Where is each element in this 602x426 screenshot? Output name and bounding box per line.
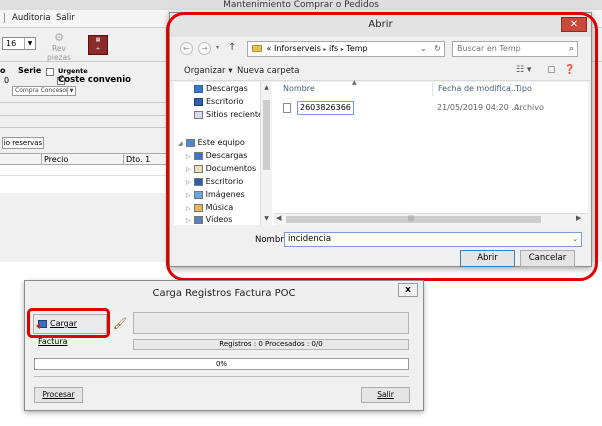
compra-concesor-combo[interactable]: Compra Concesor ▼ [12, 86, 76, 96]
grid-column-precio[interactable]: Precio [42, 154, 124, 165]
grid-column-blank [0, 154, 42, 165]
carga-registros-dialog: Carga Registros Factura POC x Cargar Fac… [24, 280, 424, 411]
rev-piezas-button[interactable]: ⚙ Rev piezas [41, 31, 77, 62]
chevron-down-icon: ▼ [24, 38, 35, 49]
highlight-outline-cargar [27, 308, 110, 338]
menu-salir[interactable]: Salir [56, 13, 75, 23]
file-path-display [133, 312, 409, 334]
divider [34, 376, 409, 377]
salir-button[interactable]: Salir [361, 387, 410, 403]
reservas-button[interactable]: io reservas [2, 137, 44, 149]
close-button[interactable]: x [398, 283, 418, 297]
rev-piezas-label: Rev piezas [47, 44, 71, 62]
progress-bar: 0% [34, 358, 409, 370]
procesar-label: Procesar [42, 390, 75, 399]
lines-grid: Precio Dto. 1 [0, 153, 170, 193]
chevron-down-icon: ▼ [67, 87, 75, 95]
serie-label: Serie [18, 66, 42, 75]
menu-auditoria[interactable]: Auditoria [12, 13, 51, 23]
divider [0, 115, 170, 116]
salir-label: Salir [377, 390, 394, 399]
registros-status: Registros : 0 Procesados : 0/0 [133, 339, 409, 350]
combo-option: Compra Concesor [15, 87, 69, 94]
window-title: Mantenimiento Comprar o Pedidos [0, 0, 602, 10]
menu-separator [4, 13, 10, 23]
digit-0: 0 [4, 76, 10, 85]
add-record-icon[interactable]: ▦ + [88, 35, 108, 55]
progress-text: 0% [215, 360, 228, 368]
highlight-outline-dialog [166, 12, 598, 281]
number-combo[interactable]: 16 ▼ [2, 37, 36, 50]
coste-convenio-label: Coste convenio [58, 75, 131, 85]
dialog-title: Carga Registros Factura POC [25, 281, 423, 307]
letter-o: o [0, 66, 6, 75]
urgente-checkbox[interactable] [46, 67, 54, 76]
procesar-button[interactable]: Procesar [34, 387, 83, 403]
gear-icon: ⚙ [54, 31, 64, 44]
divider [0, 127, 170, 128]
divider [0, 102, 170, 103]
serie-panel: o Serie Urgente 0 Coste convenio Compra … [0, 64, 170, 100]
grid-column-dto1[interactable]: Dto. 1 [124, 154, 170, 165]
clear-brush-icon[interactable]: 🖌 [113, 317, 127, 330]
combo-value: 16 [6, 39, 17, 48]
table-row[interactable] [0, 166, 170, 176]
